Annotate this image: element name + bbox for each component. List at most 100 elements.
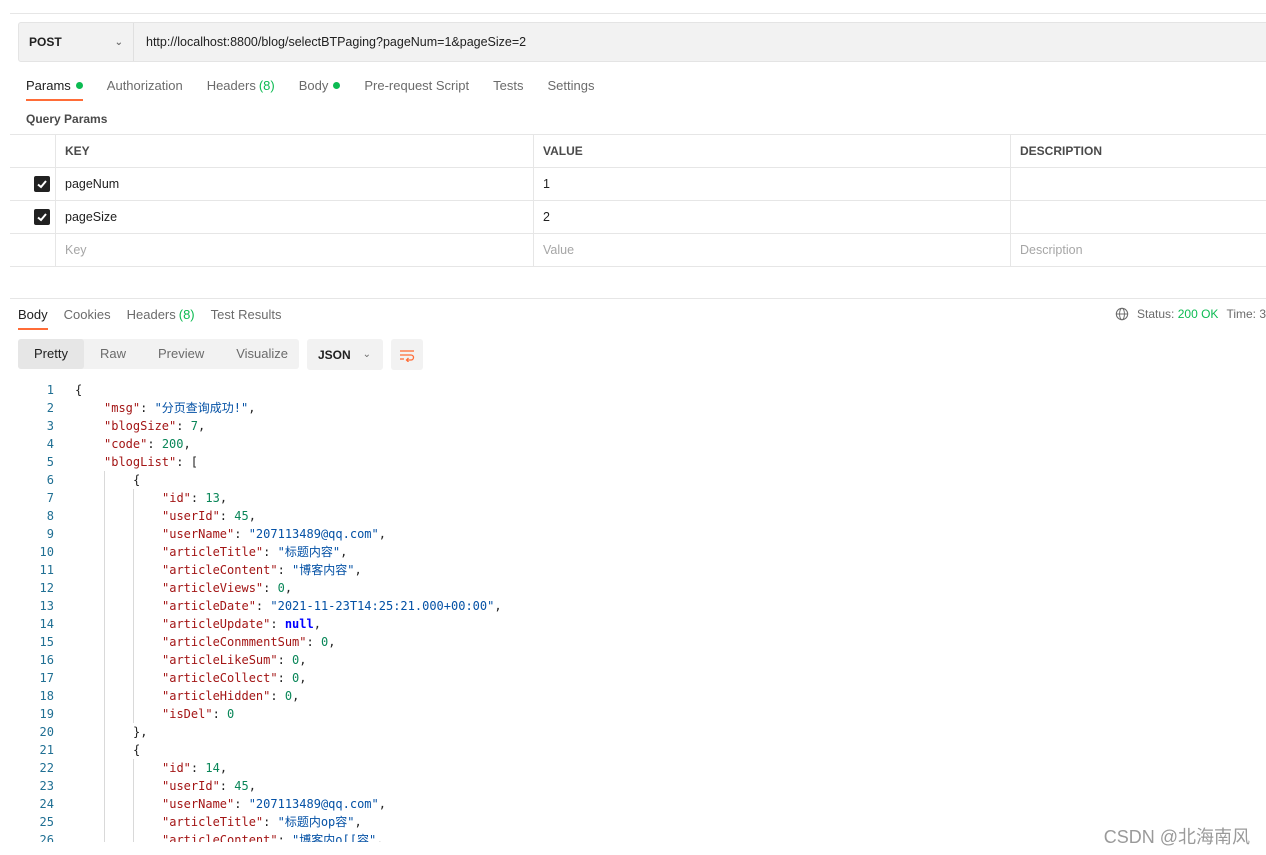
code-line: 11 "articleContent": "博客内容", — [18, 561, 1258, 579]
check-cell — [10, 201, 55, 233]
code-token: "207113489@qq.com" — [248, 527, 379, 541]
check-cell — [10, 168, 55, 200]
code-token: "msg" — [104, 401, 141, 415]
code-token: : — [277, 671, 293, 685]
response-tab-headers[interactable]: Headers (8) — [127, 307, 195, 330]
code-text: "userName": "207113489@qq.com", — [75, 525, 386, 543]
code-token: 7 — [190, 419, 198, 433]
param-description[interactable] — [1010, 201, 1266, 233]
chevron-down-icon: ⌄ — [362, 349, 371, 360]
code-token: { — [133, 743, 141, 757]
code-token: : — [306, 635, 321, 649]
status-value: 200 OK — [1177, 307, 1219, 321]
response-body-viewer[interactable]: 1{2 "msg": "分页查询成功!", 3 "blogSize": 7, 4 "cod… — [18, 381, 1258, 842]
tab-settings[interactable]: Settings — [547, 78, 594, 101]
value-input[interactable]: Value — [533, 234, 1010, 266]
status-dot — [333, 82, 341, 89]
code-token: "articleContent" — [162, 563, 278, 577]
tab-params[interactable]: Params — [26, 78, 83, 101]
code-token: : — [263, 815, 278, 829]
code-line: 18 "articleHidden": 0, — [18, 687, 1258, 705]
code-token: : — [255, 599, 271, 613]
indent-guide — [104, 687, 105, 705]
tab-label: Headers — [126, 307, 176, 322]
code-line: 2 "msg": "分页查询成功!", — [18, 399, 1258, 417]
params-header-row: KEY VALUE DESCRIPTION — [10, 135, 1266, 168]
chevron-down-icon: ⌄ — [114, 36, 123, 48]
code-text: "articleCollect": 0, — [75, 669, 307, 687]
indent-guide — [104, 471, 105, 489]
key-input[interactable]: Key — [55, 234, 533, 266]
tab-body[interactable]: Body — [299, 78, 341, 101]
response-tab-body[interactable]: Body — [18, 307, 48, 330]
line-number: 11 — [39, 563, 54, 577]
line-number: 15 — [39, 635, 54, 649]
view-mode-visualize[interactable]: Visualize — [220, 339, 304, 369]
format-label: JSON — [318, 347, 351, 362]
pane-divider[interactable] — [10, 298, 1266, 299]
indent-guide — [133, 633, 134, 651]
response-tab-cookies[interactable]: Cookies — [64, 307, 111, 330]
param-value[interactable]: 2 — [533, 201, 1010, 233]
tab-label: Body — [18, 307, 48, 322]
status-label: Status: — [1137, 307, 1175, 321]
view-mode-preview[interactable]: Preview — [142, 339, 220, 369]
code-token: { — [75, 383, 83, 397]
code-token: , — [292, 689, 300, 703]
tab-pre-request-script[interactable]: Pre-request Script — [364, 78, 469, 101]
code-token: "articleContent" — [162, 833, 278, 842]
globe-icon[interactable] — [1115, 307, 1129, 321]
code-text: }, — [75, 723, 147, 741]
indent-guide — [133, 759, 134, 777]
tab-count: (8) — [258, 78, 275, 93]
code-line: 22 "id": 14, — [18, 759, 1258, 777]
code-token: : — [219, 509, 235, 523]
code-line: 17 "articleCollect": 0, — [18, 669, 1258, 687]
tab-label: Params — [26, 78, 71, 93]
view-mode-pretty[interactable]: Pretty — [18, 339, 84, 369]
tab-label: Settings — [547, 78, 595, 93]
param-description[interactable] — [1010, 168, 1266, 200]
code-token: , — [183, 437, 191, 451]
tab-authorization[interactable]: Authorization — [107, 78, 183, 101]
code-token: , — [494, 599, 502, 613]
indent-guide — [104, 633, 105, 651]
param-value[interactable]: 1 — [533, 168, 1010, 200]
code-token: "articleLikeSum" — [162, 653, 278, 667]
code-text: { — [75, 741, 140, 759]
code-line: 14 "articleUpdate": null, — [18, 615, 1258, 633]
format-select[interactable]: JSON ⌄ — [307, 339, 383, 370]
code-line: 25 "articleTitle": "标题内op容", — [18, 813, 1258, 831]
param-checkbox[interactable] — [33, 209, 50, 225]
method-select[interactable]: POST ⌄ — [19, 23, 134, 61]
line-number: 17 — [39, 671, 54, 685]
code-token: "articleViews" — [162, 581, 264, 595]
tab-headers[interactable]: Headers (8) — [207, 78, 275, 101]
url-input[interactable]: http://localhost:8800/blog/selectBTPagin… — [134, 35, 526, 49]
param-checkbox[interactable] — [33, 176, 50, 192]
indent-guide — [104, 489, 105, 507]
line-number: 7 — [46, 491, 54, 505]
indent-guide — [104, 705, 105, 723]
code-token: , — [313, 617, 321, 631]
tab-tests[interactable]: Tests — [493, 78, 523, 101]
param-key[interactable]: pageNum — [55, 168, 533, 200]
code-token: "articleUpdate" — [162, 617, 271, 631]
wrap-lines-button[interactable] — [391, 339, 423, 370]
param-key[interactable]: pageSize — [55, 201, 533, 233]
description-input[interactable]: Description — [1010, 234, 1266, 266]
indent-guide — [104, 759, 105, 777]
code-token: , — [219, 491, 228, 505]
line-number: 6 — [46, 473, 54, 487]
code-token: , — [354, 563, 362, 577]
indent-guide — [104, 813, 105, 831]
code-text: "articleUpdate": null, — [75, 615, 321, 633]
view-mode-raw[interactable]: Raw — [84, 339, 142, 369]
code-line: 24 "userName": "207113489@qq.com", — [18, 795, 1258, 813]
response-tab-test-results[interactable]: Test Results — [211, 307, 282, 330]
code-text: "articleTitle": "标题内op容", — [75, 813, 362, 831]
code-token: : [ — [176, 455, 198, 469]
code-token: 45 — [234, 509, 249, 523]
top-divider — [10, 13, 1266, 14]
indent-guide — [133, 705, 134, 723]
